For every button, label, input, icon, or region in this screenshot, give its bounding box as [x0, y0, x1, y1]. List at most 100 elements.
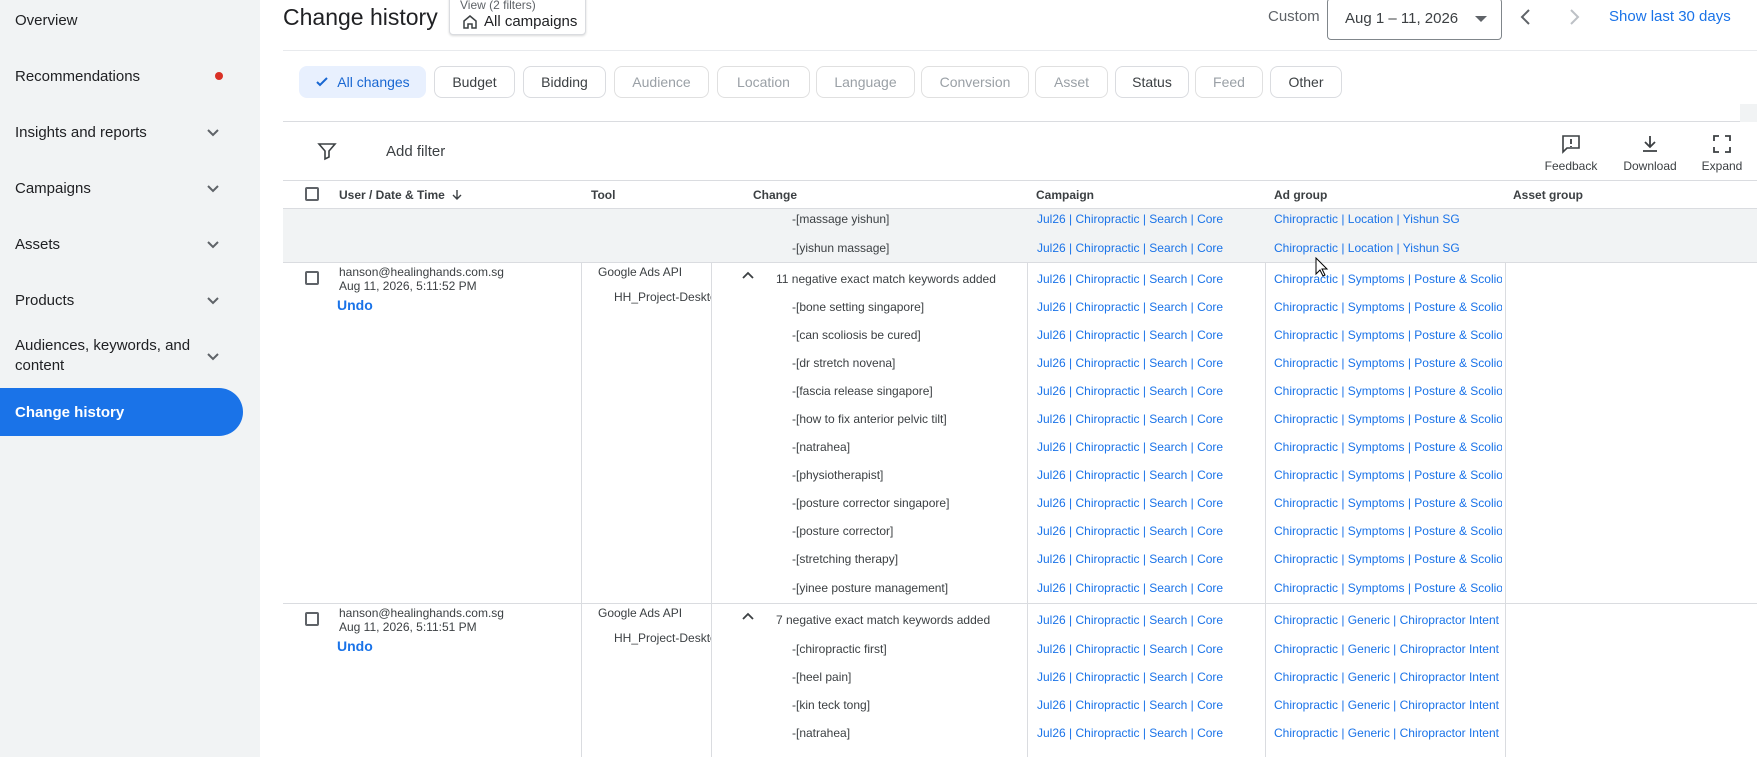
- header-asset-group[interactable]: Asset group: [1513, 188, 1583, 202]
- campaign-link[interactable]: Jul26 | Chiropractic | Search | Core: [1037, 524, 1223, 538]
- ad-group-link[interactable]: Chiropractic | Generic | Chiropractor In…: [1274, 698, 1502, 712]
- show-last-30-days-link[interactable]: Show last 30 days: [1609, 8, 1731, 25]
- ad-group-link[interactable]: Chiropractic | Symptoms | Posture & Scol…: [1274, 272, 1502, 286]
- campaign-link[interactable]: Jul26 | Chiropractic | Search | Core: [1037, 726, 1223, 740]
- ad-group-link[interactable]: Chiropractic | Generic | Chiropractor In…: [1274, 726, 1502, 740]
- campaign-link[interactable]: Jul26 | Chiropractic | Search | Core: [1037, 300, 1223, 314]
- feedback-button[interactable]: Feedback: [1536, 133, 1606, 173]
- ad-group-link[interactable]: Chiropractic | Symptoms | Posture & Scol…: [1274, 468, 1502, 482]
- download-button[interactable]: Download: [1615, 133, 1685, 173]
- chip-other[interactable]: Other: [1270, 66, 1342, 98]
- chip-audience[interactable]: Audience: [614, 66, 709, 98]
- ad-group-link[interactable]: Chiropractic | Symptoms | Posture & Scol…: [1274, 356, 1502, 370]
- sidebar-item-campaigns[interactable]: Campaigns: [0, 170, 243, 206]
- undo-button[interactable]: Undo: [337, 297, 373, 313]
- expand-button[interactable]: Expand: [1687, 133, 1757, 173]
- ad-group-link[interactable]: Chiropractic | Symptoms | Posture & Scol…: [1274, 412, 1502, 426]
- campaign-link[interactable]: Jul26 | Chiropractic | Search | Core: [1037, 670, 1223, 684]
- keyword-text: -[can scoliosis be cured]: [792, 328, 921, 342]
- campaign-link[interactable]: Jul26 | Chiropractic | Search | Core: [1037, 496, 1223, 510]
- chip-bidding[interactable]: Bidding: [523, 66, 606, 98]
- ad-group-link[interactable]: Chiropractic | Generic | Chiropractor In…: [1274, 670, 1502, 684]
- chip-label: Bidding: [541, 74, 588, 90]
- ad-group-link[interactable]: Chiropractic | Symptoms | Posture & Scol…: [1274, 496, 1502, 510]
- sidebar-item-recommendations[interactable]: Recommendations: [0, 58, 243, 94]
- campaign-link[interactable]: Jul26 | Chiropractic | Search | Core: [1037, 440, 1223, 454]
- expand-icon: [1713, 135, 1731, 153]
- user-email: hanson@healinghands.com.sg: [339, 606, 504, 620]
- keyword-text: -[heel pain]: [792, 670, 852, 684]
- campaign-link[interactable]: Jul26 | Chiropractic | Search | Core: [1037, 212, 1223, 226]
- campaign-link[interactable]: Jul26 | Chiropractic | Search | Core: [1037, 272, 1223, 286]
- keyword-text: -[stretching therapy]: [792, 552, 899, 566]
- keyword-text: -[massage yishun]: [792, 212, 890, 226]
- campaign-link[interactable]: Jul26 | Chiropractic | Search | Core: [1037, 552, 1223, 566]
- view-selector[interactable]: View (2 filters) All campaigns: [449, 0, 586, 35]
- chip-all-changes[interactable]: All changes: [299, 66, 426, 98]
- header-tool[interactable]: Tool: [591, 188, 615, 202]
- header-change[interactable]: Change: [753, 188, 797, 202]
- row-checkbox[interactable]: [305, 271, 319, 285]
- collapse-chevron-up-icon[interactable]: [741, 609, 755, 623]
- chip-label: Budget: [452, 74, 497, 90]
- previous-period-icon[interactable]: [1515, 6, 1537, 28]
- chip-language[interactable]: Language: [816, 66, 915, 98]
- campaign-link[interactable]: Jul26 | Chiropractic | Search | Core: [1037, 328, 1223, 342]
- campaigns-home-icon: [463, 15, 477, 29]
- chip-label: Status: [1132, 74, 1172, 90]
- chip-budget[interactable]: Budget: [434, 66, 515, 98]
- ad-group-link[interactable]: Chiropractic | Generic | Chiropractor In…: [1274, 642, 1502, 656]
- ad-group-link[interactable]: Chiropractic | Generic | Chiropractor In…: [1274, 613, 1502, 627]
- feedback-icon: [1562, 135, 1580, 154]
- sidebar-item-assets[interactable]: Assets: [0, 226, 243, 262]
- undo-button[interactable]: Undo: [337, 638, 373, 654]
- header-campaign[interactable]: Campaign: [1036, 188, 1094, 202]
- sidebar-item-products[interactable]: Products: [0, 282, 243, 318]
- add-filter-button[interactable]: Add filter: [386, 143, 445, 160]
- campaign-link[interactable]: Jul26 | Chiropractic | Search | Core: [1037, 698, 1223, 712]
- campaign-link[interactable]: Jul26 | Chiropractic | Search | Core: [1037, 356, 1223, 370]
- ad-group-link[interactable]: Chiropractic | Symptoms | Posture & Scol…: [1274, 581, 1502, 595]
- ad-group-link[interactable]: Chiropractic | Symptoms | Posture & Scol…: [1274, 300, 1502, 314]
- sidebar-item-overview[interactable]: Overview: [0, 2, 243, 38]
- scrollbar-stub[interactable]: [1740, 104, 1757, 122]
- header-user-datetime[interactable]: User / Date & Time: [339, 188, 463, 202]
- sidebar-item-insights[interactable]: Insights and reports: [0, 114, 243, 150]
- campaign-link[interactable]: Jul26 | Chiropractic | Search | Core: [1037, 581, 1223, 595]
- campaign-link[interactable]: Jul26 | Chiropractic | Search | Core: [1037, 384, 1223, 398]
- chip-location[interactable]: Location: [717, 66, 810, 98]
- next-period-icon[interactable]: [1563, 6, 1585, 28]
- keyword-text: -[yishun massage]: [792, 241, 890, 255]
- ad-group-link[interactable]: Chiropractic | Symptoms | Posture & Scol…: [1274, 328, 1502, 342]
- ad-group-link[interactable]: Chiropractic | Symptoms | Posture & Scol…: [1274, 552, 1502, 566]
- chip-status[interactable]: Status: [1115, 66, 1189, 98]
- campaign-link[interactable]: Jul26 | Chiropractic | Search | Core: [1037, 468, 1223, 482]
- chip-conversion[interactable]: Conversion: [921, 66, 1029, 98]
- ad-group-link[interactable]: Chiropractic | Symptoms | Posture & Scol…: [1274, 384, 1502, 398]
- campaign-link[interactable]: Jul26 | Chiropractic | Search | Core: [1037, 642, 1223, 656]
- header-ad-group[interactable]: Ad group: [1274, 188, 1327, 202]
- change-group-previous: -[massage yishun] Jul26 | Chiropractic |…: [283, 209, 1757, 263]
- chevron-down-icon: [207, 241, 219, 249]
- filter-icon[interactable]: [317, 141, 337, 161]
- sidebar-item-label: Audiences, keywords, and content: [15, 337, 191, 374]
- date-range-picker[interactable]: Aug 1 – 11, 2026: [1327, 0, 1502, 40]
- sidebar-item-change-history[interactable]: Change history: [0, 388, 243, 436]
- chip-asset[interactable]: Asset: [1035, 66, 1108, 98]
- sidebar-item-audiences[interactable]: Audiences, keywords, and content: [0, 334, 243, 378]
- row-checkbox[interactable]: [305, 612, 319, 626]
- ad-group-link[interactable]: Chiropractic | Location | Yishun SG: [1274, 212, 1502, 226]
- campaign-link[interactable]: Jul26 | Chiropractic | Search | Core: [1037, 241, 1223, 255]
- campaign-link[interactable]: Jul26 | Chiropractic | Search | Core: [1037, 412, 1223, 426]
- collapse-chevron-up-icon[interactable]: [741, 268, 755, 282]
- chevron-down-icon: [207, 297, 219, 305]
- user-email: hanson@healinghands.com.sg: [339, 265, 504, 279]
- keyword-text: -[posture corrector]: [792, 524, 894, 538]
- change-summary: 11 negative exact match keywords added: [776, 272, 996, 286]
- campaign-link[interactable]: Jul26 | Chiropractic | Search | Core: [1037, 613, 1223, 627]
- ad-group-link[interactable]: Chiropractic | Symptoms | Posture & Scol…: [1274, 440, 1502, 454]
- chip-feed[interactable]: Feed: [1195, 66, 1263, 98]
- ad-group-link[interactable]: Chiropractic | Location | Yishun SG: [1274, 241, 1502, 255]
- select-all-checkbox[interactable]: [305, 187, 319, 201]
- ad-group-link[interactable]: Chiropractic | Symptoms | Posture & Scol…: [1274, 524, 1502, 538]
